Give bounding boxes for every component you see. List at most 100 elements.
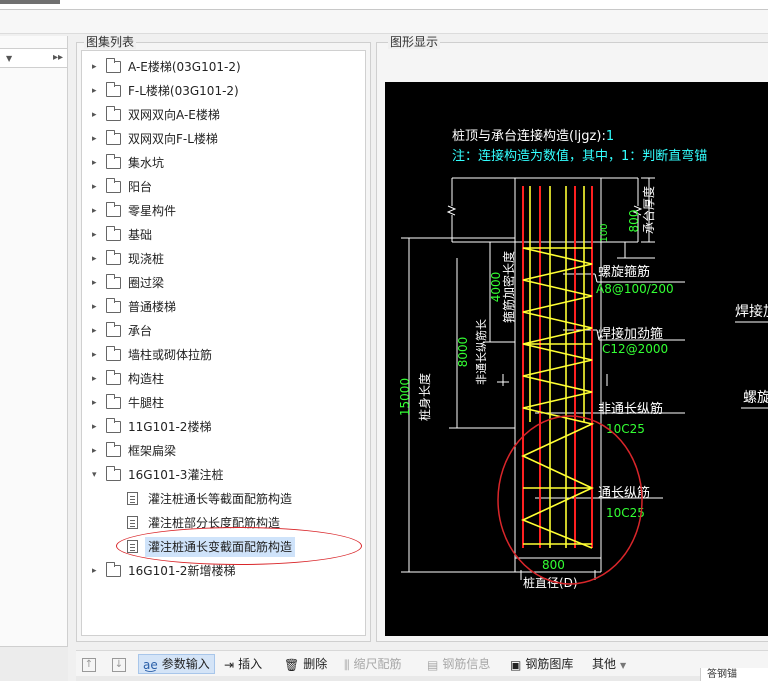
- tree-folder-item[interactable]: ▸ 承台: [82, 321, 365, 341]
- tree-folder-item[interactable]: ▸ 墙柱或砌体拉筋: [82, 345, 365, 365]
- arrow-up-icon: ↑: [82, 657, 96, 672]
- right-cut-label-2: 螺旋: [743, 390, 768, 406]
- folder-icon: [106, 370, 121, 385]
- spiral-value: A8@100/200: [596, 282, 674, 296]
- pile-rebar-drawing: 桩顶与承台连接构造(ljgz):1 注：连接构造为数值，其中，1：判断直弯锚 8…: [398, 128, 768, 590]
- tree-folder-item[interactable]: ▸ 圈过梁: [82, 273, 365, 293]
- tree-item-label: 阳台: [128, 180, 153, 194]
- tree-folder-item[interactable]: ▾ 16G101-3灌注桩: [82, 465, 365, 485]
- delete-button[interactable]: 🗑 删除: [284, 654, 327, 674]
- heading-line-1: 桩顶与承台连接构造(ljgz):1: [452, 128, 614, 144]
- double-chevron-right-icon[interactable]: ▸▸: [53, 52, 63, 63]
- chevron-right-icon[interactable]: ▸: [92, 321, 102, 341]
- chevron-down-icon: ▼: [620, 661, 627, 670]
- left-pane-dropdown[interactable]: ▼ ▸▸: [0, 48, 68, 68]
- param-input-icon: a͜e: [143, 657, 158, 672]
- tree-folder-item[interactable]: ▸ 集水坑: [82, 153, 365, 173]
- tree-item-label: 基础: [128, 228, 153, 242]
- tree-item-label: 现浇桩: [128, 252, 165, 266]
- rebar-library-button[interactable]: ▣ 钢筋图库: [510, 654, 573, 674]
- chevron-right-icon[interactable]: ▸: [92, 225, 102, 245]
- folder-icon: [106, 178, 121, 193]
- partial-bar-value: 8000: [456, 337, 470, 368]
- folder-icon: [106, 154, 121, 169]
- chevron-right-icon[interactable]: ▸: [92, 177, 102, 197]
- chevron-right-icon[interactable]: ▸: [92, 297, 102, 317]
- top-toolbar-band: [0, 10, 768, 34]
- chevron-right-icon[interactable]: ▸: [92, 81, 102, 101]
- insert-icon: ⇥: [224, 657, 235, 672]
- chevron-right-icon[interactable]: ▸: [92, 369, 102, 389]
- chevron-right-icon[interactable]: ▸: [92, 105, 102, 125]
- tree-item-label: 零星构件: [128, 204, 177, 218]
- folder-icon: [106, 250, 121, 265]
- chevron-down-icon: ▼: [6, 54, 13, 63]
- folder-icon: [106, 274, 121, 289]
- chevron-right-icon[interactable]: ▸: [92, 345, 102, 365]
- chevron-right-icon[interactable]: ▸: [92, 393, 102, 413]
- tree-folder-item[interactable]: ▸ F-L楼梯(03G101-2): [82, 81, 365, 101]
- drawing-canvas[interactable]: 桩顶与承台连接构造(ljgz):1 注：连接构造为数值，其中，1：判断直弯锚 8…: [385, 82, 768, 636]
- tree-folder-item[interactable]: ▸ 双网双向A-E楼梯: [82, 105, 365, 125]
- chevron-right-icon[interactable]: ▸: [92, 273, 102, 293]
- full-main-value: 10C25: [606, 506, 645, 520]
- tree-folder-item[interactable]: ▸ 构造柱: [82, 369, 365, 389]
- chevron-right-icon[interactable]: ▸: [92, 441, 102, 461]
- param-input-button[interactable]: a͜e 参数输入: [138, 654, 215, 674]
- left-side-pane: [0, 36, 68, 681]
- tree-item-label: 16G101-3灌注桩: [128, 468, 224, 482]
- tree-item-label: 双网双向A-E楼梯: [128, 108, 220, 122]
- diameter-label: 桩直径(D): [523, 575, 578, 590]
- move-up-button[interactable]: ↑: [82, 654, 96, 674]
- bottom-toolbar-underlay: [76, 676, 768, 681]
- tree-folder-item[interactable]: ▸ 框架扁梁: [82, 441, 365, 461]
- trash-icon: 🗑: [284, 657, 300, 672]
- chevron-right-icon[interactable]: ▸: [92, 417, 102, 437]
- insert-button[interactable]: ⇥ 插入: [224, 654, 262, 674]
- tree-panel-title: 图集列表: [84, 35, 137, 49]
- tree-folder-item[interactable]: ▸ 牛腿柱: [82, 393, 365, 413]
- chevron-right-icon[interactable]: ▸: [92, 249, 102, 269]
- right-stub-label: 答钢锚: [700, 668, 768, 681]
- pile-length-label: 桩身长度: [417, 373, 432, 421]
- heading-line-2: 注：连接构造为数值，其中，1：判断直弯锚: [452, 148, 707, 164]
- tree-folder-item[interactable]: ▸ 现浇桩: [82, 249, 365, 269]
- folder-icon: [106, 322, 121, 337]
- move-down-button[interactable]: ↓: [112, 654, 126, 674]
- folder-icon: [106, 346, 121, 361]
- folder-icon: [106, 226, 121, 241]
- tree-folder-item[interactable]: ▸ 双网双向F-L楼梯: [82, 129, 365, 149]
- other-menu-button[interactable]: 其他 ▼: [592, 654, 626, 674]
- tree-folder-item[interactable]: ▸ 零星构件: [82, 201, 365, 221]
- tree-item-label: 牛腿柱: [128, 396, 165, 410]
- tree-folder-item[interactable]: ▸ 阳台: [82, 177, 365, 197]
- tree-folder-item[interactable]: ▸ 11G101-2楼梯: [82, 417, 365, 437]
- tree-doc-item[interactable]: 灌注桩通长等截面配筋构造: [82, 489, 365, 509]
- document-icon: [127, 492, 138, 505]
- chevron-right-icon[interactable]: ▸: [92, 153, 102, 173]
- right-cut-label-1: 焊接加: [735, 303, 768, 320]
- tree-folder-item[interactable]: ▸ A-E楼梯(03G101-2): [82, 57, 365, 77]
- chevron-down-icon[interactable]: ▾: [92, 465, 102, 485]
- highlight-ellipse: [116, 527, 362, 565]
- chevron-right-icon[interactable]: ▸: [92, 57, 102, 77]
- folder-icon: [106, 394, 121, 409]
- folder-icon: [106, 202, 121, 217]
- rebar-info-button[interactable]: ▤ 钢筋信息: [427, 654, 490, 674]
- weld-value: C12@2000: [602, 342, 668, 356]
- spiral-stirrups-yellow: [520, 186, 595, 549]
- window-title-strip: [0, 0, 768, 10]
- scale-rebar-button[interactable]: ⫼ 缩尺配筋: [344, 654, 402, 674]
- chevron-right-icon[interactable]: ▸: [92, 129, 102, 149]
- tree-folder-item[interactable]: ▸ 基础: [82, 225, 365, 245]
- folder-icon: [106, 562, 121, 577]
- chevron-right-icon[interactable]: ▸: [92, 561, 102, 581]
- stirrup-dense-label: 箍筋加密长度: [501, 251, 516, 323]
- chevron-right-icon[interactable]: ▸: [92, 201, 102, 221]
- folder-icon: [106, 442, 121, 457]
- scale-icon: ⫼: [344, 657, 350, 672]
- tree-item-label: 普通楼梯: [128, 300, 177, 314]
- tree-item-label: A-E楼梯(03G101-2): [128, 60, 241, 74]
- tree-folder-item[interactable]: ▸ 普通楼梯: [82, 297, 365, 317]
- folder-open-icon: [106, 466, 121, 481]
